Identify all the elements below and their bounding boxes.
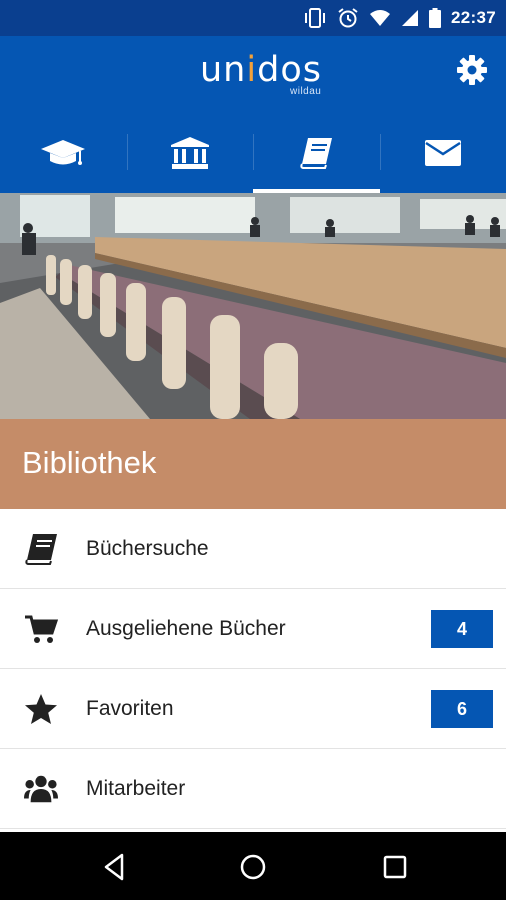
library-hero-image <box>0 193 506 419</box>
tab-bar <box>0 112 506 193</box>
tab-library[interactable] <box>253 112 380 193</box>
status-bar: 22:37 <box>0 0 506 36</box>
tab-studies[interactable] <box>0 112 127 193</box>
recents-icon[interactable] <box>380 852 410 882</box>
cart-icon <box>25 615 58 643</box>
back-icon[interactable] <box>100 852 130 882</box>
section-title: Bibliothek <box>22 445 157 480</box>
battery-icon <box>429 8 442 28</box>
star-icon <box>25 694 57 724</box>
book-icon <box>300 137 333 169</box>
tab-university[interactable] <box>126 112 254 193</box>
menu-item-borrowed-books[interactable]: Ausgeliehene Bücher 4 <box>0 589 506 669</box>
menu-item-label: Favoriten <box>86 697 174 720</box>
menu-item-favorites[interactable]: Favoriten 6 <box>0 669 506 749</box>
bank-building-icon <box>170 136 209 169</box>
logo-text: unidos <box>200 50 322 90</box>
users-icon <box>24 775 58 803</box>
count-badge: 4 <box>431 610 493 648</box>
envelope-icon <box>424 139 461 166</box>
menu-item-label: Büchersuche <box>86 537 209 560</box>
book-icon <box>25 534 57 565</box>
status-time: 22:37 <box>451 8 496 27</box>
app-logo: unidos wildau <box>200 50 340 106</box>
library-menu-list: Büchersuche Ausgeliehene Bücher 4 Favori… <box>0 509 506 829</box>
menu-item-label: Mitarbeiter <box>86 777 186 800</box>
menu-item-label: Ausgeliehene Bücher <box>86 617 286 640</box>
menu-item-staff[interactable]: Mitarbeiter <box>0 749 506 829</box>
vibrate-icon <box>305 8 326 28</box>
section-header: Bibliothek <box>0 419 506 509</box>
app-bar: unidos wildau <box>0 36 506 112</box>
wifi-icon <box>370 10 391 26</box>
logo-subtext: wildau <box>290 86 322 97</box>
graduation-cap-icon <box>41 139 86 165</box>
alarm-icon <box>338 8 358 28</box>
home-icon[interactable] <box>238 852 268 882</box>
count-badge: 6 <box>431 690 493 728</box>
signal-icon <box>402 10 419 26</box>
menu-item-book-search[interactable]: Büchersuche <box>0 509 506 589</box>
settings-gear-icon[interactable] <box>456 54 488 86</box>
status-icons: 22:37 <box>303 6 496 30</box>
tab-mail[interactable] <box>379 112 506 193</box>
navigation-bar <box>0 832 506 900</box>
